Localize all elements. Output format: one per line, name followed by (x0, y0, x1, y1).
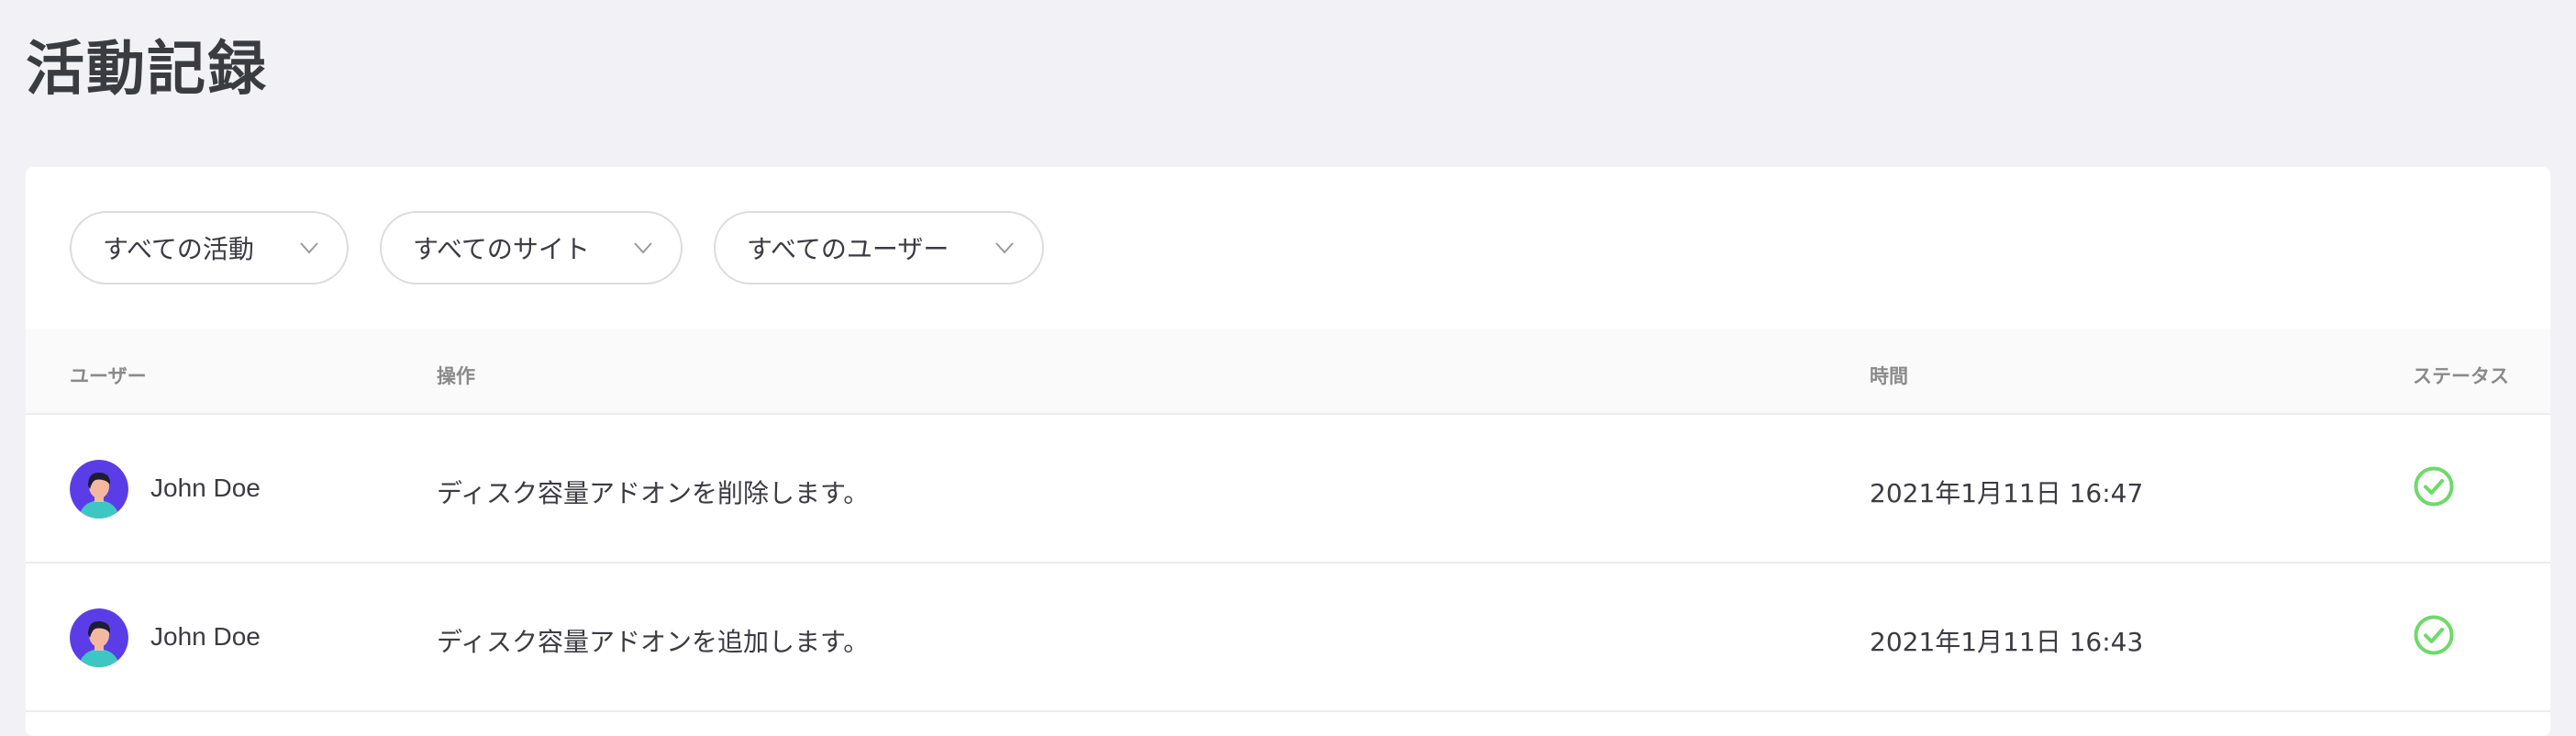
check-circle-icon (2414, 466, 2454, 507)
table-header: ユーザー 操作 時間 ステータス (26, 329, 2550, 415)
user-name: John Doe (150, 622, 261, 651)
column-header-status: ステータス (2413, 365, 2509, 387)
chevron-down-icon (297, 236, 321, 260)
column-header-time: 時間 (1870, 365, 1908, 387)
table-row[interactable]: John Doe ディスク容量アドオンを追加します。 2021年1月11日 16… (26, 563, 2550, 712)
chevron-down-icon (631, 236, 655, 260)
user-avatar-icon (70, 608, 128, 667)
table-row[interactable]: John Doe ディスク容量アドオンを削除します。 2021年1月11日 16… (26, 415, 2550, 563)
site-filter-dropdown[interactable]: すべてのサイト (380, 211, 683, 284)
activity-log-card: すべての活動 すべてのサイト すべてのユーザー ユーザー 操作 時間 ステータス (26, 167, 2550, 736)
user-filter-label: すべてのユーザー (747, 234, 949, 264)
filter-bar: すべての活動 すべてのサイト すべてのユーザー (70, 211, 1044, 284)
user-filter-dropdown[interactable]: すべてのユーザー (714, 211, 1044, 284)
check-circle-icon (2414, 615, 2454, 655)
column-header-user: ユーザー (70, 365, 147, 387)
timestamp: 2021年1月11日 16:43 (1870, 627, 2144, 657)
page-title: 活動記録 (26, 36, 268, 104)
user-avatar-icon (70, 460, 128, 519)
operation-text: ディスク容量アドオンを追加します。 (437, 627, 870, 657)
operation-text: ディスク容量アドオンを削除します。 (437, 478, 870, 508)
column-header-operation: 操作 (437, 365, 475, 387)
activity-filter-label: すべての活動 (103, 234, 254, 264)
user-name: John Doe (150, 474, 261, 502)
activity-filter-dropdown[interactable]: すべての活動 (70, 211, 349, 284)
site-filter-label: すべてのサイト (413, 234, 590, 264)
timestamp: 2021年1月11日 16:47 (1870, 478, 2144, 508)
chevron-down-icon (993, 236, 1016, 260)
